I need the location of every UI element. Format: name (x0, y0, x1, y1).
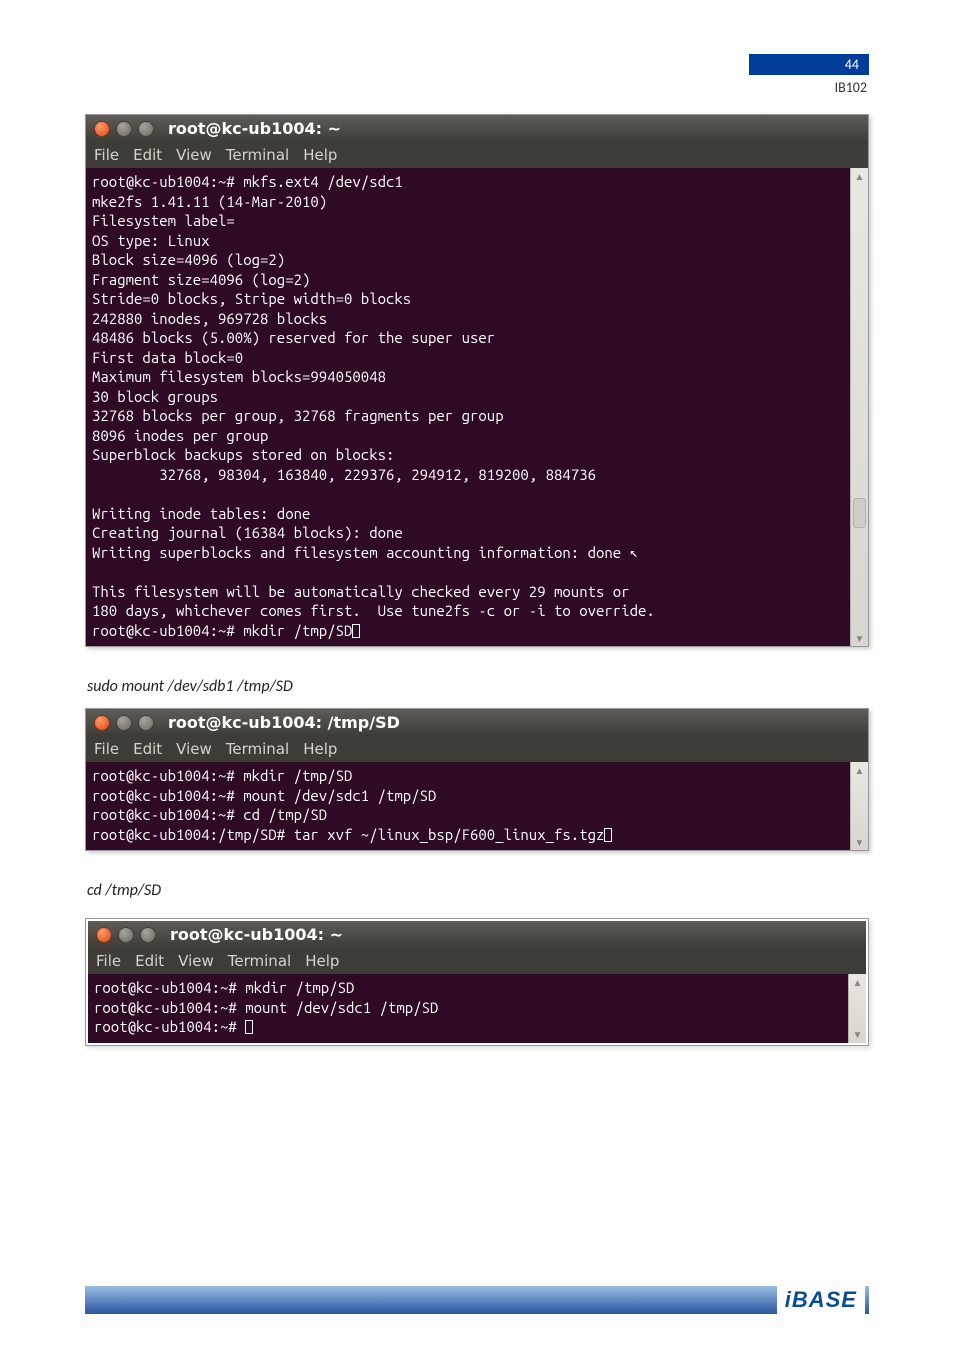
brand-logo: iBASE (777, 1284, 865, 1316)
close-icon[interactable] (96, 927, 112, 943)
scroll-up-icon[interactable]: ▲ (849, 974, 866, 990)
page-footer: iBASE (0, 1286, 954, 1314)
caption-1: sudo mount /dev/sdb1 /tmp/SD (87, 677, 869, 696)
document-code: IB102 (709, 79, 869, 96)
menu-terminal[interactable]: Terminal (226, 146, 289, 164)
text-cursor (352, 624, 360, 638)
scroll-down-icon[interactable]: ▼ (849, 1027, 866, 1043)
mouse-pointer-icon: ↖ (630, 543, 638, 561)
window-titlebar[interactable]: root@kc-ub1004: ~ (88, 921, 866, 948)
vertical-scrollbar[interactable]: ▲ ▼ (850, 762, 868, 850)
text-cursor (245, 1020, 253, 1034)
minimize-icon[interactable] (118, 927, 134, 943)
window-title: root@kc-ub1004: ~ (170, 925, 343, 944)
page-header: 44 IB102 (709, 54, 869, 96)
menu-edit[interactable]: Edit (135, 952, 164, 970)
scroll-down-icon[interactable]: ▼ (851, 834, 868, 850)
scroll-up-icon[interactable]: ▲ (851, 762, 868, 778)
window-menubar: File Edit View Terminal Help (88, 948, 866, 974)
terminal-window-3: root@kc-ub1004: ~ File Edit View Termina… (88, 921, 866, 1043)
maximize-icon[interactable] (138, 715, 154, 731)
close-icon[interactable] (94, 715, 110, 731)
scroll-up-icon[interactable]: ▲ (851, 168, 868, 184)
scroll-down-icon[interactable]: ▼ (851, 630, 868, 646)
vertical-scrollbar[interactable]: ▲ ▼ (848, 974, 866, 1043)
menu-help[interactable]: Help (305, 952, 339, 970)
terminal-frame-3: root@kc-ub1004: ~ File Edit View Termina… (85, 918, 869, 1046)
terminal-output[interactable]: root@kc-ub1004:~# mkdir /tmp/SD root@kc-… (86, 762, 850, 850)
menu-view[interactable]: View (178, 952, 214, 970)
terminal-output[interactable]: root@kc-ub1004:~# mkfs.ext4 /dev/sdc1 mk… (86, 168, 850, 646)
caption-2: cd /tmp/SD (87, 881, 869, 900)
menu-file[interactable]: File (94, 146, 119, 164)
menu-view[interactable]: View (176, 146, 212, 164)
menu-help[interactable]: Help (303, 146, 337, 164)
window-titlebar[interactable]: root@kc-ub1004: ~ (86, 115, 868, 142)
menu-help[interactable]: Help (303, 740, 337, 758)
window-title: root@kc-ub1004: /tmp/SD (168, 713, 400, 732)
minimize-icon[interactable] (116, 715, 132, 731)
page-number-badge: 44 (749, 54, 869, 75)
text-cursor (604, 828, 612, 842)
close-icon[interactable] (94, 121, 110, 137)
maximize-icon[interactable] (140, 927, 156, 943)
window-titlebar[interactable]: root@kc-ub1004: /tmp/SD (86, 709, 868, 736)
menu-edit[interactable]: Edit (133, 146, 162, 164)
window-menubar: File Edit View Terminal Help (86, 736, 868, 762)
window-menubar: File Edit View Terminal Help (86, 142, 868, 168)
minimize-icon[interactable] (116, 121, 132, 137)
maximize-icon[interactable] (138, 121, 154, 137)
vertical-scrollbar[interactable]: ▲ ▼ (850, 168, 868, 646)
menu-terminal[interactable]: Terminal (228, 952, 291, 970)
terminal-output[interactable]: root@kc-ub1004:~# mkdir /tmp/SD root@kc-… (88, 974, 848, 1043)
menu-terminal[interactable]: Terminal (226, 740, 289, 758)
window-title: root@kc-ub1004: ~ (168, 119, 341, 138)
menu-edit[interactable]: Edit (133, 740, 162, 758)
menu-file[interactable]: File (96, 952, 121, 970)
terminal-window-2: root@kc-ub1004: /tmp/SD File Edit View T… (85, 708, 869, 851)
terminal-window-1: root@kc-ub1004: ~ File Edit View Termina… (85, 114, 869, 647)
scrollbar-thumb[interactable] (853, 498, 866, 528)
menu-file[interactable]: File (94, 740, 119, 758)
menu-view[interactable]: View (176, 740, 212, 758)
